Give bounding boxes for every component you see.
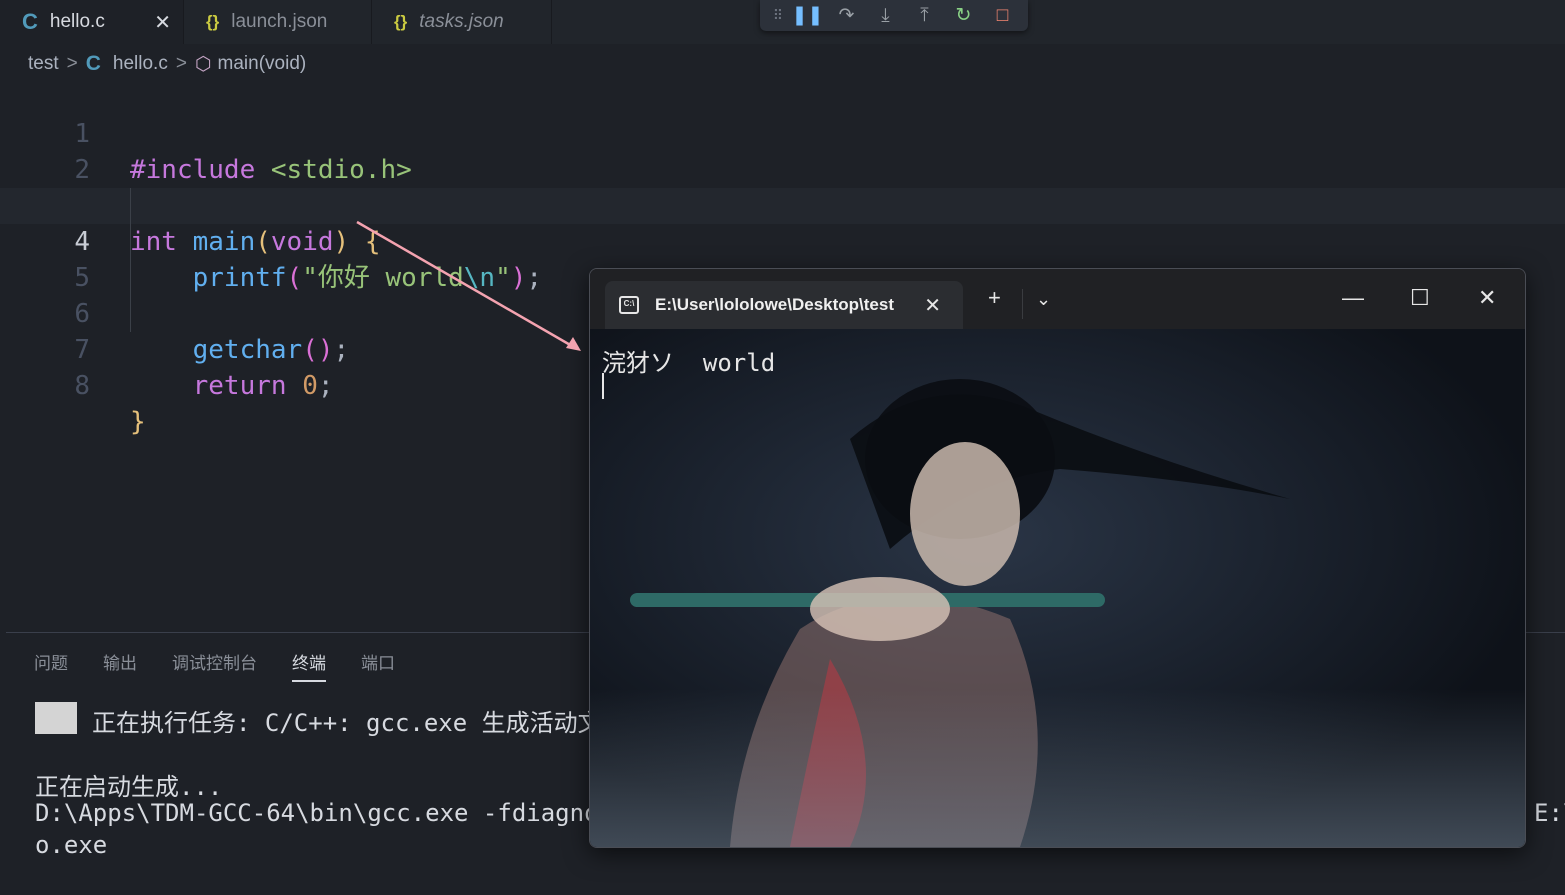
semicolon: ;	[317, 371, 334, 401]
tab-terminal[interactable]: 终端	[292, 649, 326, 682]
console-output-line: 浣犲ソ world	[602, 349, 776, 377]
minimize-icon[interactable]: —	[1342, 285, 1364, 311]
code-line: 3 int main(void) {	[0, 152, 1565, 257]
panel-tabs: 问题 输出 调试控制台 终端 端口	[34, 649, 430, 682]
window-close-icon[interactable]: ✕	[1478, 285, 1496, 311]
step-over-icon[interactable]: ↷	[827, 0, 866, 31]
code-line: 2	[0, 116, 1565, 185]
divider	[1022, 289, 1023, 319]
indent-guide	[130, 188, 131, 332]
c-file-icon: C	[85, 52, 101, 75]
text-cursor	[602, 373, 604, 399]
tab-hello-c[interactable]: C hello.c ✕	[0, 0, 184, 44]
tab-launch-json[interactable]: {} launch.json	[184, 0, 372, 44]
drag-grip-icon[interactable]: ⠿	[766, 0, 788, 31]
terminal-line: o.exe	[35, 831, 108, 859]
tab-label: hello.c	[49, 11, 105, 32]
chevron-right-icon: >	[66, 53, 78, 74]
terminal-line: 正在启动生成...	[35, 773, 223, 801]
pause-icon[interactable]: ❚❚	[788, 0, 827, 31]
terminal-line-fragment: E:\	[1534, 799, 1565, 827]
new-tab-plus-icon[interactable]: +	[988, 285, 1001, 311]
code-line: 5	[0, 224, 1565, 293]
breadcrumb: test > C hello.c > ⬡ main(void)	[28, 50, 306, 78]
terminal-line: D:\Apps\TDM-GCC-64\bin\gcc.exe -fdiagnos	[35, 799, 613, 827]
tab-output[interactable]: 输出	[103, 649, 137, 682]
breadcrumb-symbol[interactable]: main(void)	[218, 53, 307, 75]
console-window[interactable]: C:\ E:\User\lololowe\Desktop\test ✕ + ⌄ …	[589, 268, 1526, 848]
chevron-right-icon: >	[175, 53, 187, 74]
tab-close-icon[interactable]: ✕	[154, 10, 171, 35]
stop-icon[interactable]: □	[983, 0, 1022, 31]
code-line: 1 #include <stdio.h>	[0, 80, 1565, 185]
terminal-task-marker	[35, 702, 77, 734]
return-keyword: return	[192, 371, 287, 401]
terminal-line: 正在执行任务: C/C++: gcc.exe 生成活动文件	[92, 709, 626, 737]
terminal-tab-icon: C:\	[619, 296, 639, 314]
json-braces-icon: {}	[206, 12, 220, 31]
restart-icon[interactable]: ↻	[944, 0, 983, 31]
tab-close-icon[interactable]: ✕	[924, 293, 941, 318]
breadcrumb-folder[interactable]: test	[28, 53, 59, 75]
number-literal: 0	[302, 371, 318, 401]
console-title-bar[interactable]: C:\ E:\User\lololowe\Desktop\test ✕ + ⌄ …	[590, 269, 1525, 329]
cube-symbol-icon: ⬡	[194, 53, 212, 75]
bracket: }	[130, 407, 146, 437]
tab-problems[interactable]: 问题	[34, 649, 68, 682]
tab-debug-console[interactable]: 调试控制台	[172, 649, 257, 682]
tab-label: tasks.json	[419, 11, 504, 32]
step-out-icon[interactable]: ⤒	[905, 0, 944, 31]
console-tab-title: E:\User\lololowe\Desktop\test	[655, 295, 894, 314]
tab-ports[interactable]: 端口	[361, 649, 395, 682]
tab-dropdown-icon[interactable]: ⌄	[1036, 289, 1051, 310]
debug-toolbar: ⠿ ❚❚ ↷ ⤓ ⤒ ↻ □	[760, 0, 1028, 31]
console-tab[interactable]: C:\ E:\User\lololowe\Desktop\test ✕	[605, 281, 963, 329]
line-number: 8	[74, 371, 90, 401]
code-line-current: 4 printf("你好 world\n");	[0, 188, 1565, 293]
step-into-icon[interactable]: ⤓	[866, 0, 905, 31]
tab-tasks-json[interactable]: {} tasks.json	[372, 0, 552, 44]
breadcrumb-file[interactable]: hello.c	[113, 53, 168, 75]
background-artwork	[590, 329, 1525, 847]
maximize-icon[interactable]: ☐	[1410, 285, 1430, 311]
console-body[interactable]: 浣犲ソ world	[590, 329, 1525, 847]
tab-label: launch.json	[231, 11, 328, 32]
json-braces-icon: {}	[394, 12, 408, 31]
c-file-icon: C	[22, 9, 38, 34]
